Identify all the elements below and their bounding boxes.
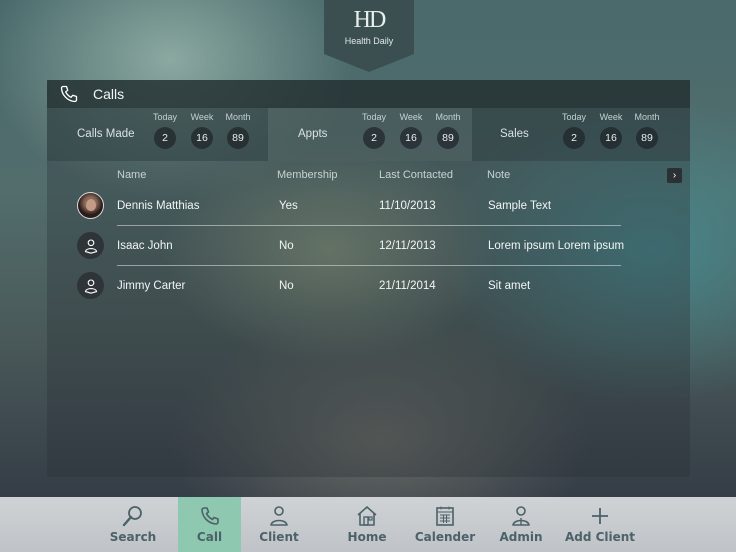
calls-panel: Calls Calls Made Today 2 Week 16 Month 8… — [47, 80, 690, 477]
cell-membership: No — [279, 240, 294, 252]
stat-caption: Today — [152, 112, 178, 122]
stat-label: Calls Made — [77, 128, 135, 140]
column-header-membership[interactable]: Membership — [277, 169, 338, 181]
user-icon — [77, 272, 104, 299]
nav-client[interactable]: Client — [252, 497, 306, 552]
stat-month: Month 89 — [627, 108, 667, 149]
stat-value: 16 — [600, 127, 622, 149]
nav-calender[interactable]: Calender — [414, 497, 476, 552]
cell-name: Isaac John — [117, 240, 173, 252]
stat-today: Today 2 — [354, 108, 394, 149]
stat-value: 16 — [191, 127, 213, 149]
plus-icon — [592, 508, 608, 524]
panel-header: Calls — [47, 80, 690, 108]
nav-label: Calender — [414, 530, 476, 544]
cell-membership: Yes — [279, 200, 298, 212]
admin-icon — [512, 506, 530, 526]
cell-last-contacted: 21/11/2014 — [379, 280, 436, 292]
stat-month: Month 89 — [428, 108, 468, 149]
stat-group-calls-made: Calls Made Today 2 Week 16 Month 89 — [47, 108, 268, 161]
phone-icon — [60, 85, 78, 103]
nav-search[interactable]: Search — [104, 497, 162, 552]
stat-label: Sales — [500, 128, 529, 140]
cell-note: Sit amet — [488, 280, 531, 292]
nav-call[interactable]: Call — [178, 497, 241, 552]
calendar-icon — [436, 506, 454, 526]
stat-today: Today 2 — [554, 108, 594, 149]
nav-add-client[interactable]: Add Client — [564, 497, 636, 552]
avatar — [77, 192, 104, 219]
column-header-note[interactable]: Note — [487, 169, 510, 181]
logo-brand: Health Daily — [344, 36, 394, 46]
phone-icon — [200, 507, 219, 525]
stat-value: 16 — [400, 127, 422, 149]
stat-caption: Month — [634, 112, 660, 122]
user-icon — [270, 506, 288, 526]
nav-label: Add Client — [564, 530, 636, 544]
stat-value: 89 — [227, 127, 249, 149]
stat-label: Appts — [298, 128, 328, 140]
table-row[interactable]: Isaac John No 12/11/2013 Lorem ipsum Lor… — [47, 230, 690, 270]
bottom-nav: Search Call Client Home Calender Admin A… — [0, 497, 736, 552]
stat-value: 2 — [154, 127, 176, 149]
table-row[interactable]: Jimmy Carter No 21/11/2014 Sit amet — [47, 270, 690, 310]
column-header-last-contacted[interactable]: Last Contacted — [379, 169, 453, 181]
stat-caption: Week — [399, 112, 423, 122]
cell-membership: No — [279, 280, 294, 292]
stat-caption: Today — [361, 112, 387, 122]
page-title: Calls — [93, 86, 125, 102]
logo-mark: HD — [353, 7, 387, 33]
table-header: Name Membership Last Contacted Note › — [47, 161, 690, 190]
stat-today: Today 2 — [145, 108, 185, 149]
stat-caption: Week — [599, 112, 623, 122]
home-icon — [357, 506, 377, 526]
column-header-name[interactable]: Name — [117, 169, 146, 181]
nav-label: Client — [259, 530, 299, 544]
stat-caption: Month — [225, 112, 251, 122]
stat-caption: Month — [435, 112, 461, 122]
cell-last-contacted: 11/10/2013 — [379, 200, 436, 212]
stat-week: Week 16 — [591, 108, 631, 149]
app-logo: HD Health Daily — [324, 0, 414, 72]
stat-value: 89 — [437, 127, 459, 149]
cell-name: Jimmy Carter — [117, 280, 186, 292]
search-icon — [122, 506, 142, 527]
chevron-right-icon[interactable]: › — [667, 168, 682, 183]
cell-name: Dennis Matthias — [117, 200, 200, 212]
nav-home[interactable]: Home — [340, 497, 394, 552]
cell-last-contacted: 12/11/2013 — [379, 240, 436, 252]
nav-admin[interactable]: Admin — [494, 497, 548, 552]
stat-value: 89 — [636, 127, 658, 149]
stat-group-appts: Appts Today 2 Week 16 Month 89 — [268, 108, 472, 161]
stat-month: Month 89 — [218, 108, 258, 149]
cell-note: Sample Text — [488, 200, 552, 212]
cell-note: Lorem ipsum Lorem ipsum — [488, 240, 625, 252]
stat-group-sales: Sales Today 2 Week 16 Month 89 — [472, 108, 690, 161]
stat-week: Week 16 — [391, 108, 431, 149]
stat-caption: Week — [190, 112, 214, 122]
user-icon — [77, 232, 104, 259]
row-divider — [117, 265, 621, 266]
nav-label: Call — [196, 530, 223, 544]
stat-value: 2 — [563, 127, 585, 149]
stat-value: 2 — [363, 127, 385, 149]
nav-label: Home — [347, 530, 387, 544]
stat-week: Week 16 — [182, 108, 222, 149]
nav-label: Search — [109, 530, 157, 544]
nav-label: Admin — [499, 530, 543, 544]
stats-bar: Calls Made Today 2 Week 16 Month 89 Appt… — [47, 108, 690, 161]
table-row[interactable]: Dennis Matthias Yes 11/10/2013 Sample Te… — [47, 190, 690, 230]
row-divider — [117, 225, 621, 226]
stat-caption: Today — [561, 112, 587, 122]
